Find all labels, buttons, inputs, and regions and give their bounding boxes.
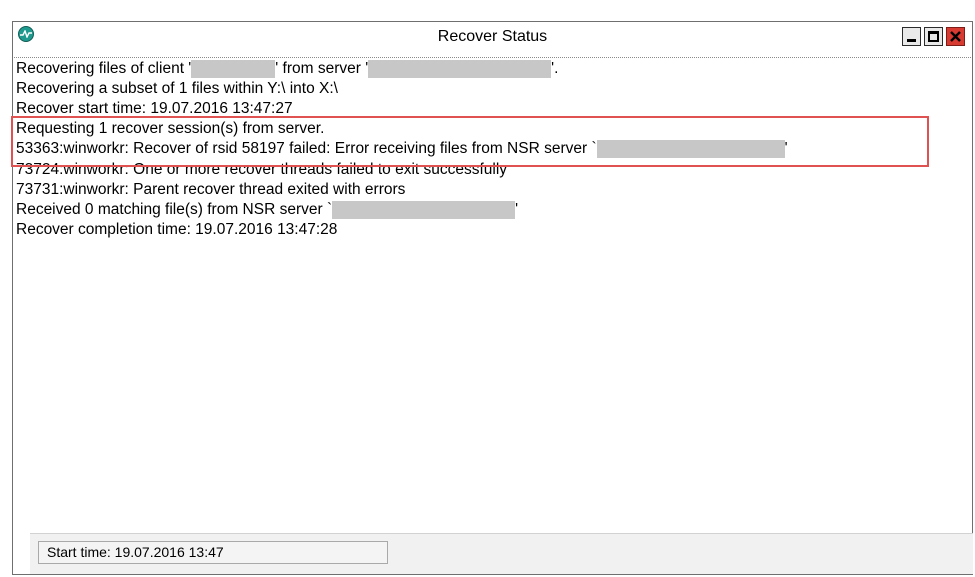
- log-text: '.: [551, 60, 559, 77]
- log-line: Recover completion time: 19.07.2016 13:4…: [16, 221, 338, 238]
- log-text: Received 0 matching file(s) from NSR ser…: [16, 201, 333, 218]
- log-text: ' from server ': [275, 60, 369, 77]
- window-title: Recover Status: [437, 28, 548, 45]
- log-line: 73731:winworkr: Parent recover thread ex…: [16, 181, 406, 198]
- log-text: Recovering files of client ': [16, 60, 192, 77]
- recover-status-window: Recover Status Recovering files of clien…: [12, 21, 973, 575]
- redacted-server: [368, 60, 552, 78]
- redacted-client: [191, 60, 276, 78]
- log-line: Received 0 matching file(s) from NSR ser…: [16, 199, 518, 220]
- minimize-icon[interactable]: [902, 27, 921, 46]
- log-line: Recovering a subset of 1 files within Y:…: [16, 80, 338, 97]
- status-bar: Start time: 19.07.2016 13:47: [30, 533, 973, 574]
- log-text: ': [515, 201, 519, 218]
- maximize-icon[interactable]: [924, 27, 943, 46]
- status-start-time: Start time: 19.07.2016 13:47: [38, 541, 388, 564]
- error-highlight-box: [11, 116, 929, 167]
- title-bar[interactable]: Recover Status: [13, 22, 972, 55]
- redacted-server: [332, 201, 516, 219]
- log-line: Recovering files of client ' ' from serve…: [16, 58, 558, 79]
- close-icon[interactable]: [946, 27, 965, 46]
